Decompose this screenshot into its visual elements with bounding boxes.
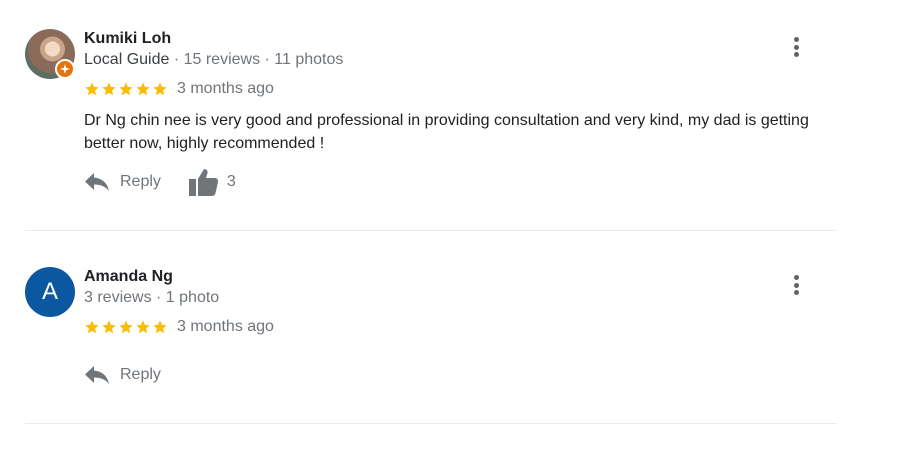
star-icon xyxy=(135,81,151,97)
review-time: 3 months ago xyxy=(177,318,274,335)
more-vert-dot xyxy=(793,290,799,295)
reviewer-meta[interactable]: 3 reviews · 1 photo xyxy=(84,289,219,307)
star-icon xyxy=(84,319,100,335)
star-rating xyxy=(84,81,168,97)
more-vert-dot xyxy=(793,282,799,288)
more-vert-icon xyxy=(793,37,799,42)
star-rating xyxy=(84,319,168,335)
star-icon xyxy=(118,319,134,335)
review-actions: Reply xyxy=(84,360,161,390)
reviewer-name[interactable]: Amanda Ng xyxy=(84,268,173,286)
review-text: Dr Ng chin nee is very good and professi… xyxy=(84,112,809,152)
star-icon xyxy=(84,81,100,97)
star-icon xyxy=(152,319,168,335)
star-icon xyxy=(101,81,117,97)
reply-label: Reply xyxy=(120,366,161,383)
more-options-button[interactable] xyxy=(788,272,804,298)
more-vert-dot xyxy=(793,44,799,50)
reviewer-stats: · 15 reviews · 11 photos xyxy=(169,51,344,68)
review-card: Kumiki Loh Local Guide · 15 reviews · 11… xyxy=(25,29,837,231)
review-actions: Reply 3 xyxy=(84,167,236,197)
reply-icon xyxy=(84,365,110,385)
reply-icon xyxy=(84,172,110,192)
avatar[interactable] xyxy=(25,29,75,79)
reply-button[interactable]: Reply xyxy=(84,365,161,385)
star-icon xyxy=(135,319,151,335)
more-vert-icon xyxy=(793,275,799,280)
reply-label: Reply xyxy=(120,173,161,190)
star-icon xyxy=(101,319,117,335)
avatar[interactable]: A xyxy=(25,267,75,317)
star-icon xyxy=(152,81,168,97)
reviewer-meta[interactable]: Local Guide · 15 reviews · 11 photos xyxy=(84,51,343,69)
reviewer-stats: 3 reviews · 1 photo xyxy=(84,289,220,306)
reply-button[interactable]: Reply xyxy=(84,172,161,192)
like-button[interactable]: 3 xyxy=(188,168,236,196)
reviewer-name[interactable]: Kumiki Loh xyxy=(84,30,171,48)
star-icon xyxy=(118,81,134,97)
more-options-button[interactable] xyxy=(788,34,804,60)
rating-row: 3 months ago xyxy=(84,317,274,337)
rating-row: 3 months ago xyxy=(84,79,274,99)
like-count: 3 xyxy=(226,173,236,190)
more-vert-dot xyxy=(793,52,799,57)
avatar-letter: A xyxy=(25,267,75,317)
review-card: A Amanda Ng 3 reviews · 1 photo 3 months… xyxy=(25,267,837,424)
thumbs-up-icon xyxy=(188,168,219,196)
local-guide-badge-icon xyxy=(55,59,75,79)
local-guide-label: Local Guide xyxy=(84,51,170,68)
review-time: 3 months ago xyxy=(177,80,274,97)
